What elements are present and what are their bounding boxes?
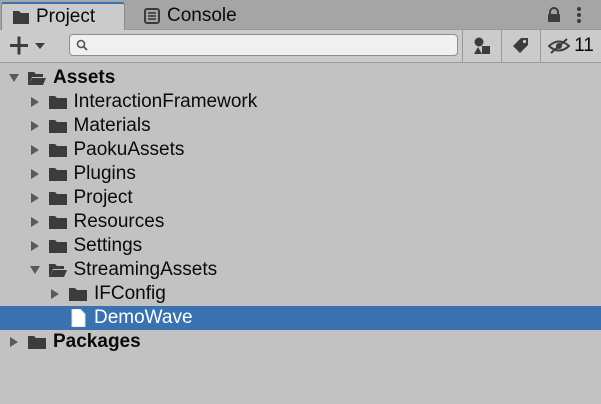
folder-row[interactable]: Materials [0, 114, 601, 138]
type-filter-icon [474, 37, 490, 54]
folder-row[interactable]: Settings [0, 234, 601, 258]
tag-icon [513, 38, 528, 53]
folder-icon [48, 192, 67, 205]
folder-icon [48, 240, 67, 253]
folder-icon [48, 96, 67, 109]
tab-label: Console [167, 5, 237, 26]
chevron-down-icon [35, 43, 45, 49]
folder-icon [48, 168, 67, 181]
file-icon [71, 309, 86, 327]
folder-open-icon [48, 264, 67, 277]
search-input[interactable] [92, 36, 456, 56]
folder-icon [69, 288, 87, 301]
tree-item-label: Project [73, 187, 133, 208]
search-by-label-button[interactable] [501, 30, 540, 62]
folder-icon [48, 120, 67, 133]
folder-row[interactable]: PaokuAssets [0, 138, 601, 162]
tab-project[interactable]: Project [1, 2, 125, 30]
expand-arrow-down-icon[interactable] [29, 264, 41, 276]
folder-row[interactable]: InteractionFramework [0, 90, 601, 114]
tree-item-label: InteractionFramework [73, 91, 258, 112]
tab-label: Project [36, 6, 96, 27]
folder-row[interactable]: Resources [0, 210, 601, 234]
create-dropdown-button[interactable] [7, 35, 51, 57]
expand-arrow-right-icon[interactable] [29, 144, 41, 156]
tree-item-label: Packages [53, 331, 141, 352]
folder-row[interactable]: IFConfig [0, 282, 601, 306]
folder-icon [13, 11, 29, 24]
tree-item-label: Resources [73, 211, 165, 232]
expand-arrow-right-icon[interactable] [49, 288, 61, 300]
tree-item-label: Plugins [73, 163, 136, 184]
expand-arrow-right-icon[interactable] [29, 216, 41, 228]
console-icon [144, 8, 160, 24]
project-toolbar: 11 [0, 30, 601, 63]
tab-console[interactable]: Console [133, 2, 253, 30]
tree-item-label: Materials [73, 115, 151, 136]
folder-row[interactable]: StreamingAssets [0, 258, 601, 282]
expand-arrow-down-icon[interactable] [8, 72, 20, 84]
search-field[interactable] [69, 34, 458, 56]
folder-row[interactable]: Assets [0, 66, 601, 90]
folder-icon [28, 336, 46, 349]
search-icon [76, 39, 88, 51]
tree-item-label: DemoWave [94, 307, 193, 328]
folder-row[interactable]: Packages [0, 330, 601, 354]
expand-arrow-right-icon[interactable] [29, 120, 41, 132]
folder-row[interactable]: Plugins [0, 162, 601, 186]
expand-arrow-right-icon[interactable] [29, 240, 41, 252]
eye-slash-icon [548, 38, 571, 54]
tree-item-label: Assets [53, 67, 116, 88]
expand-arrow-right-icon[interactable] [29, 168, 41, 180]
plus-icon [10, 36, 28, 55]
expand-arrow-right-icon[interactable] [29, 192, 41, 204]
hidden-packages-toggle[interactable]: 11 [540, 30, 601, 62]
more-options-icon[interactable] [576, 6, 582, 24]
tree-item-label: PaokuAssets [73, 139, 185, 160]
folder-open-icon [28, 72, 46, 85]
lock-icon[interactable] [547, 7, 561, 23]
asset-row[interactable]: DemoWave [0, 306, 601, 330]
search-by-type-button[interactable] [462, 30, 501, 62]
hidden-packages-count: 11 [574, 35, 594, 56]
expand-arrow-right-icon[interactable] [29, 96, 41, 108]
folder-row[interactable]: Project [0, 186, 601, 210]
folder-icon [48, 216, 67, 229]
tree-item-label: Settings [73, 235, 143, 256]
folder-icon [48, 144, 67, 157]
tree-item-label: IFConfig [94, 283, 166, 304]
expand-arrow-right-icon[interactable] [8, 336, 20, 348]
tab-bar: Project Console [0, 0, 601, 30]
tree-item-label: StreamingAssets [73, 259, 218, 280]
